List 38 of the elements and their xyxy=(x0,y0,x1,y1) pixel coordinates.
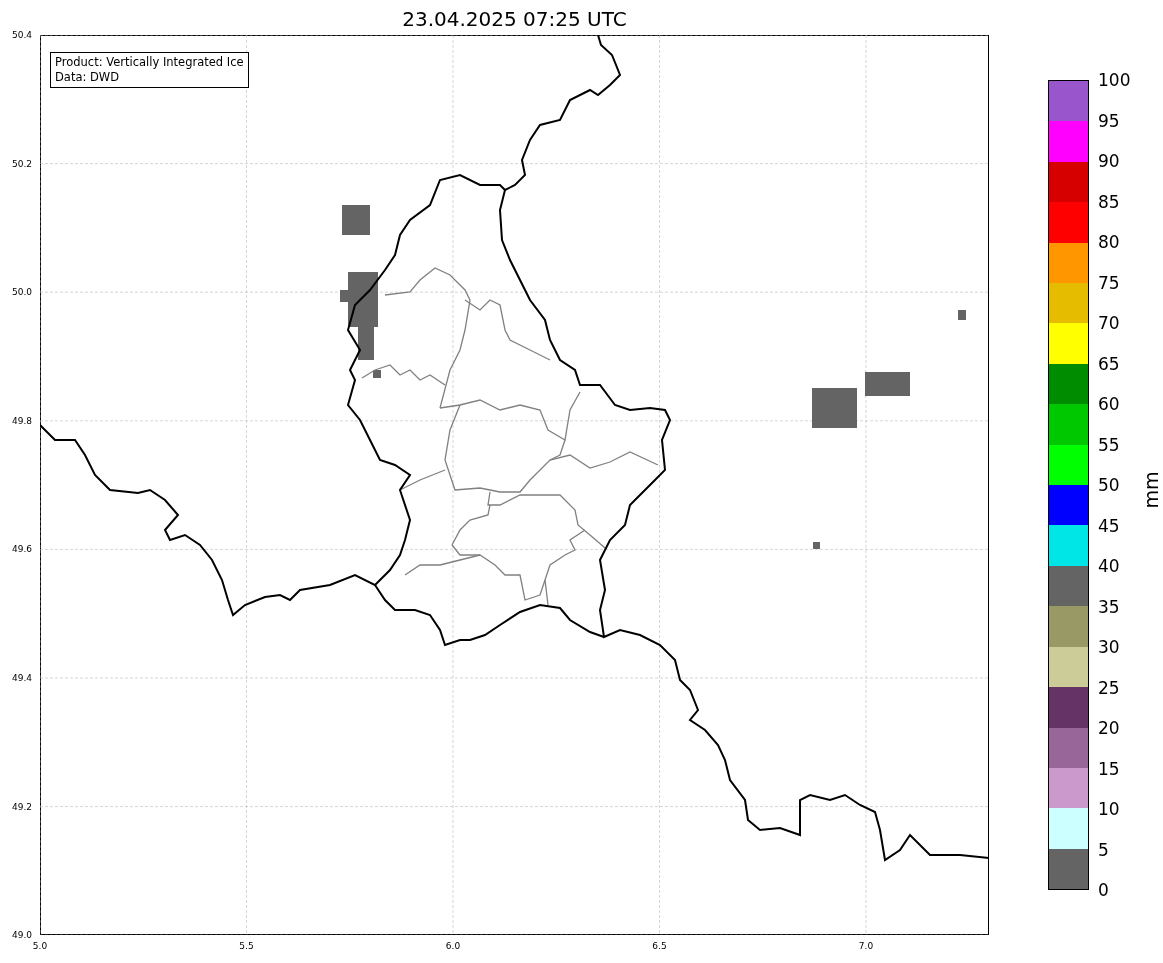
y-tick-label: 50.0 xyxy=(10,286,32,299)
colorbar-tick-label: 10 xyxy=(1098,799,1120,819)
colorbar-tick-label: 90 xyxy=(1098,151,1120,171)
colorbar-tick-label: 30 xyxy=(1098,637,1120,657)
colorbar-tick-label: 5 xyxy=(1098,839,1109,860)
chart-title: 23.04.2025 07:25 UTC xyxy=(401,6,628,33)
colorbar-tick-label: 15 xyxy=(1098,758,1120,779)
colorbar-tick-label: 60 xyxy=(1098,394,1120,414)
y-tick-label: 50.2 xyxy=(10,157,32,170)
x-tick-label: 6.5 xyxy=(651,940,668,952)
colorbar-tick-label: 20 xyxy=(1098,718,1120,738)
colorbar-tick-label: 95 xyxy=(1098,110,1120,131)
colorbar-tick-label: 65 xyxy=(1098,353,1120,374)
colorbar-tick-label: 55 xyxy=(1098,434,1120,455)
colorbar-tick-label: 25 xyxy=(1098,677,1120,698)
colorbar-tick-label: 45 xyxy=(1098,515,1120,536)
colorbar-tick-label: 80 xyxy=(1098,232,1120,252)
y-tick-label: 49.0 xyxy=(10,929,32,942)
colorbar-tick-label: 70 xyxy=(1098,313,1120,333)
info-text: Data: DWD xyxy=(55,70,121,85)
colorbar-tick-label: 0 xyxy=(1098,880,1109,900)
x-tick-label: 5.5 xyxy=(238,940,255,952)
colorbar-tick-label: 85 xyxy=(1098,191,1120,212)
x-tick-label: 7.0 xyxy=(857,940,875,952)
colorbar-tick-label: 100 xyxy=(1098,70,1131,90)
colorbar-tick-label: 40 xyxy=(1098,556,1120,576)
x-tick-label: 5.0 xyxy=(31,940,49,952)
colorbar-tick-label: 35 xyxy=(1098,596,1120,617)
y-tick-label: 49.2 xyxy=(10,800,32,813)
x-tick-label: 6.0 xyxy=(444,940,462,952)
y-tick-label: 49.6 xyxy=(10,543,32,556)
y-tick-label: 49.8 xyxy=(10,414,32,427)
y-tick-label: 50.4 xyxy=(10,29,32,41)
colorbar-label: mm xyxy=(1138,471,1163,509)
info-text: Product: Vertically Integrated Ice xyxy=(55,55,244,70)
colorbar-tick-label: 50 xyxy=(1098,475,1120,495)
y-tick-label: 49.4 xyxy=(10,672,32,684)
colorbar-tick-label: 75 xyxy=(1098,272,1120,293)
